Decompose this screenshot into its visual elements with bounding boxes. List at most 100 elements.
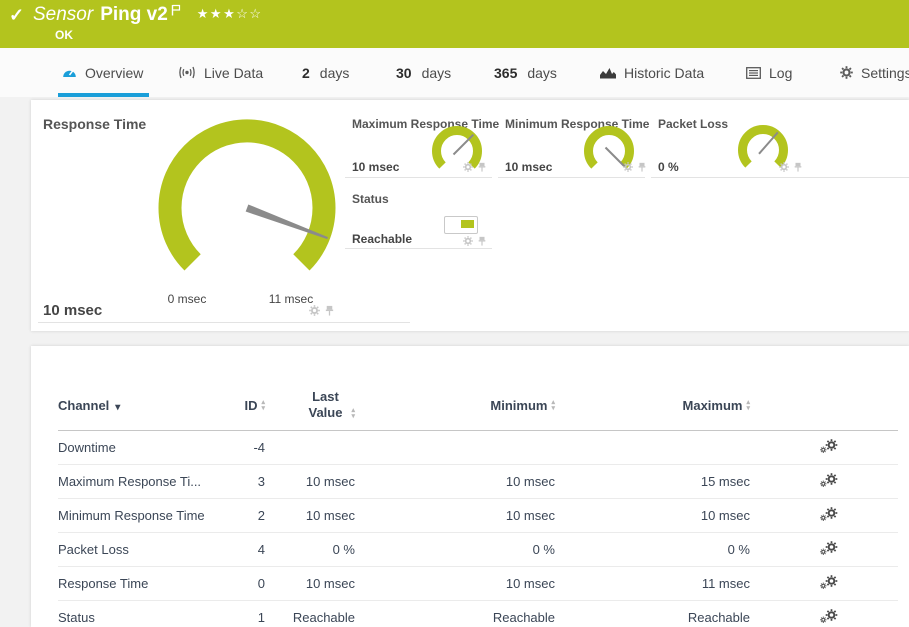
channel-settings-icon[interactable] [820, 609, 838, 624]
tab-label: Overview [85, 65, 143, 81]
tab-settings[interactable]: Settings [840, 48, 909, 97]
priority-flag-icon [171, 4, 181, 16]
stars-empty: ☆☆ [236, 6, 262, 21]
column-header-id[interactable]: ID▴▾ [223, 398, 265, 413]
response-time-gauge [152, 113, 342, 303]
pin-icon[interactable] [324, 305, 335, 316]
channel-settings-icon[interactable] [820, 473, 838, 488]
pin-icon[interactable] [793, 162, 803, 172]
channel-maximum: 10 msec [555, 508, 750, 523]
tab-label: Settings [861, 65, 909, 81]
channel-name: Minimum Response Time [58, 508, 223, 523]
channel-id: 3 [223, 474, 265, 489]
column-header-maximum[interactable]: Maximum▴▾ [555, 398, 750, 413]
gauge-scale-max: 11 msec [269, 292, 313, 306]
channel-last-value: 10 msec [265, 576, 355, 591]
table-row-max-response-time: Maximum Response Ti... 3 10 msec 10 msec… [58, 465, 898, 499]
column-header-last-value[interactable]: Last Value▴▾ [265, 389, 355, 421]
channel-last-value: 10 msec [265, 508, 355, 523]
tab-number: 30 [396, 65, 412, 81]
gear-icon [840, 66, 853, 79]
channel-minimum: 10 msec [355, 508, 555, 523]
channel-settings-icon[interactable] [820, 507, 838, 522]
packet-loss-value: 0 % [658, 160, 679, 174]
channel-minimum: Reachable [355, 610, 555, 625]
divider [345, 177, 492, 178]
sensor-name: Ping v2 [100, 3, 168, 27]
channel-settings-icon[interactable] [820, 439, 838, 454]
table-row-status: Status 1 Reachable Reachable Reachable [58, 601, 898, 627]
gear-icon[interactable] [463, 236, 473, 246]
min-response-time-gauge [579, 121, 639, 181]
stars-filled: ★★★ [197, 6, 236, 21]
tab-bar: Overview Live Data 2 days 30 days 365 da… [0, 48, 909, 97]
channel-name: Maximum Response Ti... [58, 474, 223, 489]
area-chart-icon [600, 66, 616, 79]
channel-maximum: 11 msec [555, 576, 750, 591]
tab-historic-data[interactable]: Historic Data [600, 48, 704, 97]
divider [651, 177, 909, 178]
sort-desc-icon: ▾ [115, 402, 120, 413]
response-time-value: 10 msec [43, 302, 102, 319]
gauges-panel: Response Time 0 msec 11 msec 10 msec Max… [31, 100, 909, 331]
channel-id: 1 [223, 610, 265, 625]
tab-overview[interactable]: Overview [62, 48, 143, 97]
max-response-time-gauge [427, 121, 487, 181]
gear-icon[interactable] [309, 305, 320, 316]
gauge-actions [463, 236, 487, 246]
gear-icon[interactable] [463, 162, 473, 172]
status-value: Reachable [352, 232, 412, 246]
divider [498, 177, 645, 178]
tab-label: Log [769, 65, 792, 81]
sensor-type-label: Sensor [33, 3, 93, 27]
channels-panel: Channel▾ ID▴▾ Last Value▴▾ Minimum▴▾ Max… [31, 346, 909, 627]
channel-id: 2 [223, 508, 265, 523]
gauge-title-response-time: Response Time [43, 116, 146, 132]
pin-icon[interactable] [637, 162, 647, 172]
status-toggle [444, 216, 478, 234]
channel-minimum: 10 msec [355, 576, 555, 591]
channel-settings-icon[interactable] [820, 541, 838, 556]
channel-settings-icon[interactable] [820, 575, 838, 590]
gear-icon[interactable] [623, 162, 633, 172]
broadcast-icon [178, 66, 196, 79]
gauge-title-status: Status [352, 192, 389, 206]
status-check-icon: ✓ [9, 5, 24, 26]
table-header-row: Channel▾ ID▴▾ Last Value▴▾ Minimum▴▾ Max… [58, 380, 898, 431]
sensor-header: ✓ Sensor Ping v2 ★★★☆☆ OK [0, 0, 909, 48]
pin-icon[interactable] [477, 162, 487, 172]
log-list-icon [746, 67, 761, 79]
channel-id: 0 [223, 576, 265, 591]
tab-label: days [320, 65, 350, 81]
channel-id: 4 [223, 542, 265, 557]
tab-2-days[interactable]: 2 days [302, 48, 349, 97]
channel-last-value: 10 msec [265, 474, 355, 489]
tab-log[interactable]: Log [746, 48, 792, 97]
max-rt-value: 10 msec [352, 160, 399, 174]
tab-number: 365 [494, 65, 517, 81]
channel-name: Downtime [58, 440, 223, 455]
tab-365-days[interactable]: 365 days [494, 48, 557, 97]
gauge-actions [309, 305, 335, 316]
sensor-status-badge: OK [55, 28, 73, 42]
priority-stars[interactable]: ★★★☆☆ [197, 6, 263, 22]
tab-label: days [422, 65, 452, 81]
divider [345, 248, 492, 249]
divider [38, 322, 410, 323]
gauge-title-packet-loss: Packet Loss [658, 117, 728, 131]
sensor-title: Sensor Ping v2 ★★★☆☆ [33, 3, 263, 27]
min-rt-value: 10 msec [505, 160, 552, 174]
gear-icon[interactable] [779, 162, 789, 172]
channel-last-value: 0 % [265, 542, 355, 557]
tab-live-data[interactable]: Live Data [178, 48, 263, 97]
tab-label: Historic Data [624, 65, 704, 81]
tab-30-days[interactable]: 30 days [396, 48, 451, 97]
channel-name: Response Time [58, 576, 223, 591]
tab-label: days [527, 65, 557, 81]
gauge-icon [62, 66, 77, 80]
sort-icon: ▴▾ [746, 400, 750, 412]
pin-icon[interactable] [477, 236, 487, 246]
column-header-minimum[interactable]: Minimum▴▾ [355, 398, 555, 413]
column-header-channel[interactable]: Channel▾ [58, 398, 223, 413]
table-row-packet-loss: Packet Loss 4 0 % 0 % 0 % [58, 533, 898, 567]
